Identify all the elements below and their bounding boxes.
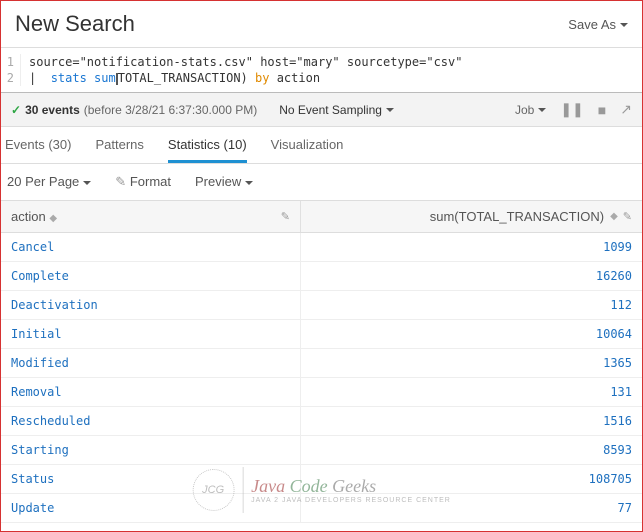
page-title: New Search xyxy=(15,11,135,37)
pause-icon[interactable]: ❚❚ xyxy=(560,101,583,118)
query-line-1: source="notification-stats.csv" host="ma… xyxy=(21,54,462,70)
cell-action[interactable]: Initial xyxy=(1,320,301,348)
tab-visualization[interactable]: Visualization xyxy=(271,137,344,163)
table-row[interactable]: Cancel1099 xyxy=(1,233,642,262)
share-icon[interactable]: ↗ xyxy=(620,101,632,118)
line-number: 2 xyxy=(1,70,21,86)
cell-action[interactable]: Starting xyxy=(1,436,301,464)
query-line-2: | stats sumTOTAL_TRANSACTION) by action xyxy=(21,70,320,86)
pencil-icon[interactable]: ✎ xyxy=(623,210,632,223)
stop-icon[interactable]: ■ xyxy=(598,102,606,118)
cell-value[interactable]: 16260 xyxy=(301,262,642,290)
table-row[interactable]: Update77 xyxy=(1,494,642,523)
cell-action[interactable]: Status xyxy=(1,465,301,493)
result-tabs: Events (30) Patterns Statistics (10) Vis… xyxy=(1,127,642,164)
table-row[interactable]: Rescheduled1516 xyxy=(1,407,642,436)
cell-value[interactable]: 1365 xyxy=(301,349,642,377)
job-dropdown[interactable]: Job xyxy=(515,103,546,117)
column-header-value[interactable]: sum(TOTAL_TRANSACTION) ◆ ✎ xyxy=(301,201,642,232)
cell-action[interactable]: Update xyxy=(1,494,301,522)
table-row[interactable]: Starting8593 xyxy=(1,436,642,465)
cell-value[interactable]: 1516 xyxy=(301,407,642,435)
check-icon: ✓ xyxy=(11,103,21,117)
cell-value[interactable]: 77 xyxy=(301,494,642,522)
column-header-action[interactable]: action ◆ ✎ xyxy=(1,201,301,232)
per-page-dropdown[interactable]: 20 Per Page xyxy=(7,174,91,190)
pencil-icon[interactable]: ✎ xyxy=(281,210,290,223)
format-button[interactable]: ✎ Format xyxy=(115,174,171,190)
event-sampling-dropdown[interactable]: No Event Sampling xyxy=(279,103,394,117)
sort-icon: ◆ xyxy=(610,211,617,222)
cell-action[interactable]: Deactivation xyxy=(1,291,301,319)
sort-icon: ◆ xyxy=(49,213,56,224)
cell-value[interactable]: 131 xyxy=(301,378,642,406)
table-row[interactable]: Initial10064 xyxy=(1,320,642,349)
table-row[interactable]: Removal131 xyxy=(1,378,642,407)
results-table-body: Cancel1099Complete16260Deactivation112In… xyxy=(1,233,642,523)
table-row[interactable]: Complete16260 xyxy=(1,262,642,291)
table-row[interactable]: Modified1365 xyxy=(1,349,642,378)
cell-action[interactable]: Cancel xyxy=(1,233,301,261)
save-as-dropdown[interactable]: Save As xyxy=(568,17,628,32)
cell-value[interactable]: 8593 xyxy=(301,436,642,464)
cell-action[interactable]: Modified xyxy=(1,349,301,377)
tab-statistics[interactable]: Statistics (10) xyxy=(168,137,247,163)
cell-value[interactable]: 108705 xyxy=(301,465,642,493)
tab-events[interactable]: Events (30) xyxy=(5,137,71,163)
table-row[interactable]: Deactivation112 xyxy=(1,291,642,320)
cell-action[interactable]: Removal xyxy=(1,378,301,406)
cell-value[interactable]: 112 xyxy=(301,291,642,319)
table-row[interactable]: Status108705 xyxy=(1,465,642,494)
search-query-editor[interactable]: 1 source="notification-stats.csv" host="… xyxy=(1,48,642,93)
line-number: 1 xyxy=(1,54,21,70)
cell-action[interactable]: Complete xyxy=(1,262,301,290)
cell-action[interactable]: Rescheduled xyxy=(1,407,301,435)
cell-value[interactable]: 1099 xyxy=(301,233,642,261)
cell-value[interactable]: 10064 xyxy=(301,320,642,348)
event-time-range: (before 3/28/21 6:37:30.000 PM) xyxy=(84,103,257,117)
event-count: 30 events xyxy=(25,103,80,117)
tab-patterns[interactable]: Patterns xyxy=(95,137,143,163)
preview-dropdown[interactable]: Preview xyxy=(195,174,253,190)
